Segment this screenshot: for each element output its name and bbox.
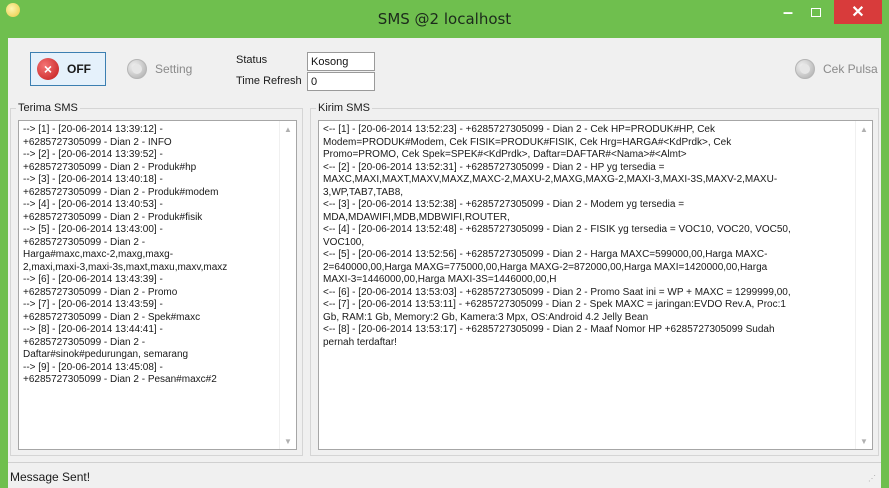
terima-sms-line: +6285727305099 - Dian 2 - Produk#hp	[23, 161, 197, 173]
terima-sms-line: --> [8] - [20-06-2014 13:44:41] -	[23, 324, 163, 335]
terima-sms-line: +6285727305099 - Dian 2 - Produk#fisik	[23, 211, 203, 223]
terima-sms-line: +6285727305099 - Dian 2 - Pesan#maxc#2	[23, 374, 217, 385]
terima-sms-line: --> [5] - [20-06-2014 13:43:00] -	[23, 224, 163, 235]
close-button[interactable]: ✕	[834, 0, 882, 24]
terima-sms-line: +6285727305099 - Dian 2 - Promo	[23, 286, 178, 298]
terima-sms-line: --> [2] - [20-06-2014 13:39:52] -	[23, 149, 163, 160]
terima-scrollbar[interactable]: ▲ ▼	[279, 121, 296, 449]
maximize-icon	[811, 7, 821, 17]
kirim-sms-line: Gb, RAM:1 Gb, Memory:2 Gb, Kamera:3 Mpx,…	[323, 311, 649, 323]
status-label: Status	[236, 54, 268, 66]
kirim-scrollbar[interactable]: ▲ ▼	[855, 121, 872, 449]
kirim-sms-line: <-- [2] - [20-06-2014 13:52:31] - +62857…	[323, 161, 665, 173]
off-button-label: OFF	[67, 62, 91, 76]
minimize-icon: –	[782, 1, 793, 22]
scroll-up-icon[interactable]: ▲	[280, 121, 296, 137]
terima-sms-textbox[interactable]: --> [1] - [20-06-2014 13:39:12] - +628572…	[18, 120, 297, 450]
status-bar: Message Sent! ⋰	[8, 462, 881, 488]
terima-sms-line: --> [9] - [20-06-2014 13:45:08] -	[23, 361, 163, 373]
scroll-down-icon[interactable]: ▼	[280, 433, 296, 449]
cek-pulsa-button-label: Cek Pulsa	[823, 62, 878, 76]
kirim-sms-line: MDA,MDAWIFI,MDB,MDBWIFI,ROUTER,	[323, 211, 510, 223]
setting-button[interactable]: Setting	[120, 52, 210, 86]
terima-sms-line: +6285727305099 - Dian 2 -	[23, 336, 146, 348]
kirim-sms-line: Modem=PRODUK#Modem, Cek FISIK=PRODUK#FIS…	[323, 136, 732, 148]
terima-sms-content: --> [1] - [20-06-2014 13:39:12] - +628572…	[23, 124, 227, 387]
kirim-sms-line: <-- [7] - [20-06-2014 13:53:11] - +62857…	[323, 299, 786, 310]
off-button[interactable]: × OFF	[30, 52, 106, 86]
scroll-down-icon[interactable]: ▼	[856, 433, 872, 449]
kirim-sms-line: MAXI-3=1446000,00,Harga MAXI-3S=1446000,…	[323, 274, 557, 285]
terima-sms-line: +6285727305099 - Dian 2 -	[23, 236, 146, 248]
kirim-sms-line: pernah terdaftar!	[323, 336, 397, 348]
kirim-sms-line: <-- [4] - [20-06-2014 13:52:48] - +62857…	[323, 224, 791, 235]
maximize-button[interactable]	[803, 0, 829, 24]
kirim-sms-line: Promo=PROMO, Cek Spek=SPEK#<KdPrdk>, Daf…	[323, 149, 687, 160]
terima-sms-line: --> [7] - [20-06-2014 13:43:59] -	[23, 299, 163, 310]
kirim-sms-line: VOC100,	[323, 236, 365, 248]
kirim-sms-line: <-- [3] - [20-06-2014 13:52:38] - +62857…	[323, 199, 685, 210]
terima-sms-line: +6285727305099 - Dian 2 - INFO	[23, 136, 172, 148]
status-field[interactable]	[307, 52, 375, 71]
minimize-button[interactable]: –	[775, 0, 801, 24]
status-message: Message Sent!	[10, 470, 91, 484]
kirim-sms-line: 3,WP,TAB7,TAB8,	[323, 186, 404, 198]
terima-sms-line: --> [4] - [20-06-2014 13:40:53] -	[23, 199, 163, 210]
window-title: SMS @2 localhost	[377, 10, 512, 28]
setting-button-label: Setting	[155, 62, 193, 76]
terima-sms-line: --> [6] - [20-06-2014 13:43:39] -	[23, 274, 163, 285]
kirim-sms-textbox[interactable]: <-- [1] - [20-06-2014 13:52:23] - +62857…	[318, 120, 873, 450]
app-window: SMS @2 localhost – ✕ × OFF Setting Statu…	[0, 0, 889, 488]
time-refresh-label: Time Refresh	[236, 75, 302, 87]
kirim-sms-title: Kirim SMS	[316, 102, 372, 114]
terima-sms-line: --> [1] - [20-06-2014 13:39:12] -	[23, 124, 163, 135]
kirim-sms-line: 2=640000,00,Harga MAXG=775000,00,Harga M…	[323, 261, 768, 273]
terima-sms-line: +6285727305099 - Dian 2 - Spek#maxc	[23, 311, 201, 323]
main-panel: × OFF Setting Status Time Refresh Cek Pu…	[8, 38, 881, 488]
kirim-sms-line: MAXC,MAXI,MAXT,MAXV,MAXZ,MAXC-2,MAXU-2,M…	[323, 174, 778, 185]
scroll-up-icon[interactable]: ▲	[856, 121, 872, 137]
power-off-icon: ×	[37, 58, 59, 80]
resize-grip-icon[interactable]: ⋰	[868, 474, 878, 484]
title-bar[interactable]: SMS @2 localhost – ✕	[0, 0, 889, 38]
terima-sms-title: Terima SMS	[16, 102, 80, 114]
cek-pulsa-icon	[795, 59, 815, 79]
terima-sms-line: --> [3] - [20-06-2014 13:40:18] -	[23, 174, 163, 185]
terima-sms-line: Daftar#sinok#pedurungan, semarang	[23, 349, 189, 360]
kirim-sms-line: <-- [6] - [20-06-2014 13:53:03] - +62857…	[323, 286, 791, 298]
terima-sms-line: 2,maxi,maxi-3,maxi-3s,maxt,maxu,maxv,max…	[23, 261, 228, 273]
kirim-sms-content: <-- [1] - [20-06-2014 13:52:23] - +62857…	[323, 124, 853, 349]
cek-pulsa-button[interactable]: Cek Pulsa	[788, 52, 880, 86]
terima-sms-line: Harga#maxc,maxc-2,maxg,maxg-	[23, 249, 174, 260]
kirim-sms-line: <-- [8] - [20-06-2014 13:53:17] - +62857…	[323, 324, 775, 335]
kirim-sms-line: <-- [1] - [20-06-2014 13:52:23] - +62857…	[323, 124, 715, 135]
close-icon: ✕	[851, 4, 865, 21]
terima-sms-line: +6285727305099 - Dian 2 - Produk#modem	[23, 186, 219, 198]
setting-icon	[127, 59, 147, 79]
time-refresh-field[interactable]	[307, 72, 375, 91]
kirim-sms-line: <-- [5] - [20-06-2014 13:52:56] - +62857…	[323, 249, 768, 260]
